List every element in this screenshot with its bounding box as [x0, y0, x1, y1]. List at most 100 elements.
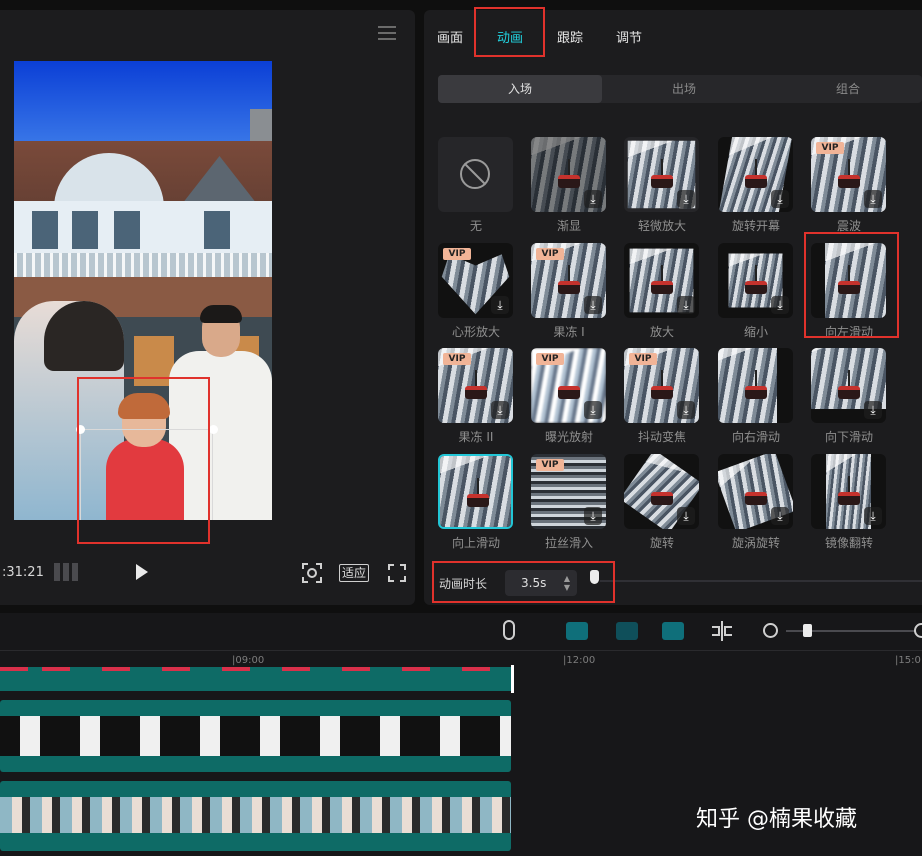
clip-thumbnails: [0, 716, 511, 756]
animation-label: 果冻 II: [458, 430, 494, 444]
animation-card[interactable]: ⤓: [624, 243, 699, 318]
download-icon[interactable]: ⤓: [864, 401, 882, 419]
grid-icon[interactable]: [54, 563, 78, 581]
vip-badge: VIP: [536, 248, 564, 260]
preview-axis-icon[interactable]: [616, 622, 638, 640]
download-icon[interactable]: ⤓: [864, 190, 882, 208]
ruler-label: |15:0: [895, 655, 921, 666]
animation-card[interactable]: VIP ⤓: [438, 243, 513, 318]
subtab-out[interactable]: 出场: [602, 75, 766, 103]
animation-label: 拉丝滑入: [544, 536, 593, 550]
clip-track-audio[interactable]: [0, 667, 513, 691]
highlight-box-slide-left: [804, 232, 899, 338]
fullscreen-icon[interactable]: [388, 564, 406, 582]
download-icon[interactable]: ⤓: [677, 401, 695, 419]
highlight-box-duration: [432, 561, 615, 603]
resize-handle[interactable]: [209, 425, 218, 434]
house-window: [204, 211, 230, 249]
watermark: 知乎 @楠果收藏: [696, 807, 857, 832]
animation-card[interactable]: ⤓: [718, 137, 793, 212]
keyframe-marker: [222, 667, 250, 671]
animation-card[interactable]: VIP ⤓: [531, 348, 606, 423]
vip-badge: VIP: [536, 459, 564, 471]
vip-badge: VIP: [536, 353, 564, 365]
animation-card[interactable]: [718, 348, 793, 423]
animation-label: 向下滑动: [824, 430, 873, 444]
download-icon[interactable]: ⤓: [771, 296, 789, 314]
download-icon[interactable]: ⤓: [864, 507, 882, 525]
animation-card[interactable]: VIP ⤓: [531, 454, 606, 529]
split-icon[interactable]: [711, 621, 733, 641]
tab-picture[interactable]: 画面: [437, 27, 463, 46]
duration-slider-track[interactable]: [600, 580, 922, 582]
sky: [14, 61, 272, 146]
menu-icon[interactable]: [378, 26, 396, 40]
animation-label: 向右滑动: [731, 430, 780, 444]
microphone-icon[interactable]: [503, 620, 515, 640]
link-icon[interactable]: [566, 622, 588, 640]
tab-adjust[interactable]: 调节: [616, 27, 642, 46]
keyframe-marker: [462, 667, 490, 671]
house-window: [72, 211, 98, 249]
keyframe-marker: [342, 667, 370, 671]
highlight-box-animation-tab: [474, 7, 545, 57]
download-icon[interactable]: ⤓: [491, 401, 509, 419]
animation-subtabs: 入场 出场 组合: [438, 75, 922, 103]
animation-label: 旋涡旋转: [731, 536, 780, 550]
keyframe-marker: [282, 667, 310, 671]
subtab-in[interactable]: 入场: [438, 75, 602, 103]
zoom-slider-handle[interactable]: [803, 624, 812, 637]
animation-card[interactable]: VIP ⤓: [531, 243, 606, 318]
vip-badge: VIP: [443, 248, 471, 260]
subtab-combo[interactable]: 组合: [766, 75, 922, 103]
download-icon[interactable]: ⤓: [491, 296, 509, 314]
animation-card[interactable]: ⤓: [531, 137, 606, 212]
balcony-railing: [14, 253, 272, 279]
animation-card[interactable]: ⤓: [811, 454, 886, 529]
animation-label: 旋转: [649, 536, 674, 550]
animation-card[interactable]: ⤓: [718, 454, 793, 529]
animation-card-none[interactable]: [438, 137, 513, 212]
animation-card[interactable]: VIP ⤓: [624, 348, 699, 423]
animation-card[interactable]: ⤓: [624, 137, 699, 212]
animation-card[interactable]: ⤓: [718, 243, 793, 318]
animation-card-selected[interactable]: [438, 454, 513, 529]
animation-card[interactable]: ⤓: [811, 348, 886, 423]
house-window: [32, 211, 58, 249]
download-icon[interactable]: ⤓: [584, 507, 602, 525]
none-icon: [460, 159, 490, 189]
download-icon[interactable]: ⤓: [584, 190, 602, 208]
vip-badge: VIP: [816, 142, 844, 154]
current-time: :31:21: [2, 565, 44, 580]
clip-thumbnails: [0, 797, 511, 833]
ruler-label: |09:00: [232, 655, 265, 666]
animation-card[interactable]: VIP ⤓: [438, 348, 513, 423]
animation-card[interactable]: VIP ⤓: [811, 137, 886, 212]
vip-badge: VIP: [443, 353, 471, 365]
keyframe-marker: [402, 667, 430, 671]
animation-label: 曝光放射: [544, 430, 593, 444]
download-icon[interactable]: ⤓: [584, 401, 602, 419]
keyframe-marker: [0, 667, 28, 671]
download-icon[interactable]: ⤓: [677, 190, 695, 208]
tab-tracking[interactable]: 跟踪: [557, 27, 583, 46]
link-clips-icon[interactable]: [662, 622, 684, 640]
zoom-in-icon[interactable]: [914, 623, 922, 638]
download-icon[interactable]: ⤓: [677, 507, 695, 525]
vip-badge: VIP: [629, 353, 657, 365]
fit-button[interactable]: 适应: [339, 564, 369, 582]
download-icon[interactable]: ⤓: [677, 296, 695, 314]
animation-card[interactable]: ⤓: [624, 454, 699, 529]
zoom-out-icon[interactable]: [763, 623, 778, 638]
animation-label: 缩小: [743, 325, 768, 339]
animation-label: 心形放大: [451, 325, 500, 339]
focus-icon[interactable]: [302, 563, 322, 583]
download-icon[interactable]: ⤓: [771, 507, 789, 525]
person-hair: [200, 305, 242, 323]
download-icon[interactable]: ⤓: [771, 190, 789, 208]
playhead[interactable]: [511, 665, 514, 693]
keyframe-marker: [102, 667, 130, 671]
animation-label: 轻微放大: [637, 219, 686, 233]
download-icon[interactable]: ⤓: [584, 296, 602, 314]
play-icon[interactable]: [136, 564, 148, 580]
